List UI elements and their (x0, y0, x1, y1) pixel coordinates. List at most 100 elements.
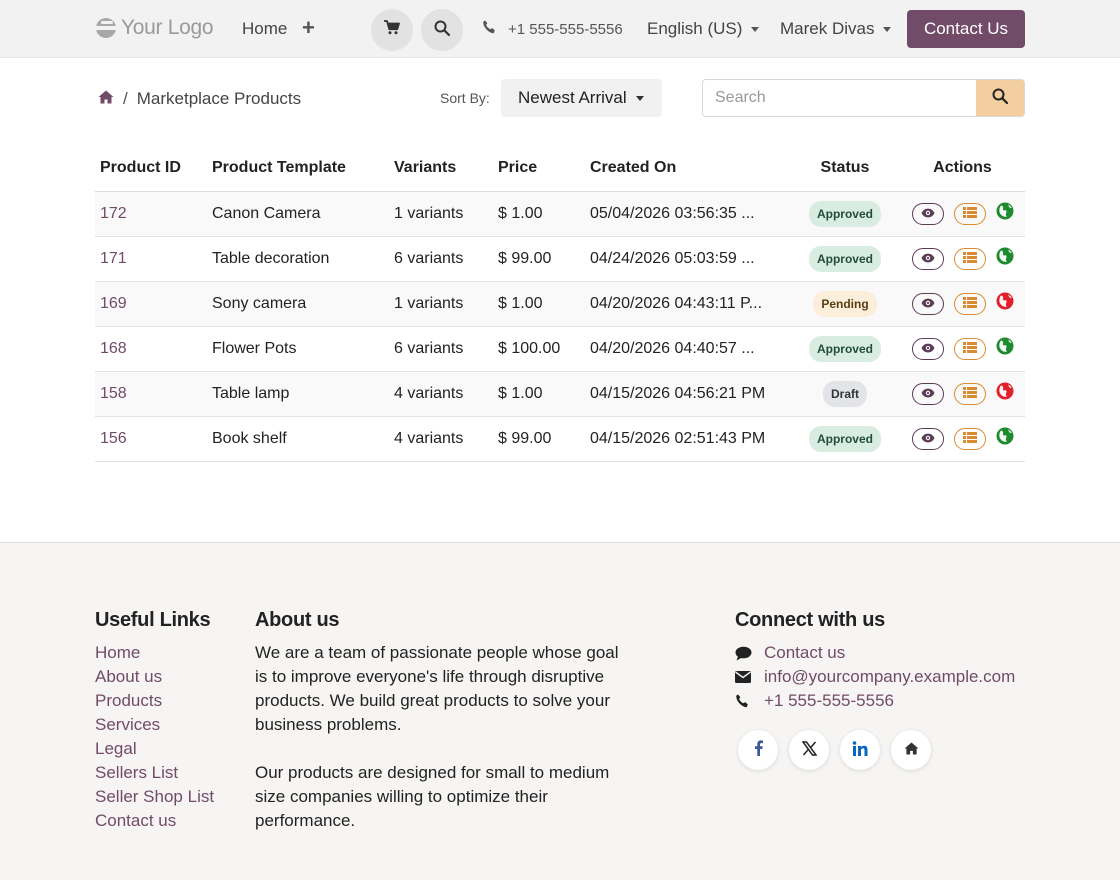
table-row[interactable]: 158 Table lamp 4 variants $ 1.00 04/15/2026 … (95, 371, 1025, 417)
footer-link-about-us[interactable]: About us (95, 665, 214, 689)
list-icon (962, 250, 977, 268)
product-template-cell: Book shelf (207, 416, 389, 462)
globe-unpublished-icon (996, 382, 1014, 405)
view-button[interactable] (911, 202, 944, 225)
created-on-cell: 05/04/2026 03:56:35 ... (585, 191, 790, 237)
sort-by-dropdown[interactable]: Newest Arrival (501, 79, 662, 117)
cart-button[interactable] (371, 9, 413, 51)
social-links (738, 730, 931, 770)
variants-list-button[interactable] (953, 202, 986, 225)
header-search-button[interactable] (421, 9, 463, 51)
nav-home-link[interactable]: Home (242, 19, 287, 39)
footer-link-seller-shop-list[interactable]: Seller Shop List (95, 785, 214, 809)
variants-cell: 1 variants (389, 281, 493, 327)
actions-cell (900, 281, 1025, 327)
status-cell: Approved (790, 191, 900, 237)
created-on-cell: 04/20/2026 04:40:57 ... (585, 326, 790, 372)
view-button[interactable] (911, 427, 944, 450)
sort-by-label: Sort By: (440, 90, 490, 106)
footer-link-home[interactable]: Home (95, 641, 214, 665)
product-id-link[interactable]: 172 (95, 191, 207, 237)
created-on-cell: 04/20/2026 04:43:11 P... (585, 281, 790, 327)
footer-link-services[interactable]: Services (95, 713, 214, 737)
publish-toggle-button[interactable] (996, 337, 1014, 358)
x-twitter-button[interactable] (789, 730, 829, 770)
phone-icon (735, 694, 764, 708)
table-row[interactable]: 171 Table decoration 6 variants $ 99.00 04/2… (95, 236, 1025, 282)
table-row[interactable]: 156 Book shelf 4 variants $ 99.00 04/15/2026… (95, 416, 1025, 462)
price-cell: $ 99.00 (493, 236, 585, 282)
x-twitter-icon (801, 740, 817, 760)
product-id-link[interactable]: 158 (95, 371, 207, 417)
column-header-created-on[interactable]: Created On (585, 146, 790, 192)
view-button[interactable] (911, 247, 944, 270)
status-badge: Approved (808, 200, 881, 227)
publish-toggle-button[interactable] (996, 382, 1014, 405)
footer-link-contact-us[interactable]: Contact us (95, 809, 214, 833)
connect-phone-link[interactable]: +1 555-555-5556 (735, 689, 1015, 713)
column-header-product-template[interactable]: Product Template (207, 146, 389, 192)
sort-by-value: Newest Arrival (518, 88, 627, 107)
user-menu-dropdown[interactable]: Marek Divas (780, 19, 892, 39)
actions-cell (900, 371, 1025, 417)
product-id-link[interactable]: 156 (95, 416, 207, 462)
variants-list-button[interactable] (953, 427, 986, 450)
column-header-status[interactable]: Status (790, 146, 900, 192)
linkedin-button[interactable] (840, 730, 880, 770)
top-navbar: Your Logo Home + +1 555-555-5556 English… (0, 0, 1120, 58)
table-row[interactable]: 169 Sony camera 1 variants $ 1.00 04/20/2026… (95, 281, 1025, 327)
connect-title: Connect with us (735, 609, 885, 631)
publish-toggle-button[interactable] (996, 247, 1014, 268)
actions-cell (900, 236, 1025, 282)
footer-link-products[interactable]: Products (95, 689, 214, 713)
footer-link-sellers-list[interactable]: Sellers List (95, 761, 214, 785)
table-row[interactable]: 172 Canon Camera 1 variants $ 1.00 05/04/202… (95, 191, 1025, 237)
variants-list-button[interactable] (953, 247, 986, 270)
view-button[interactable] (911, 292, 944, 315)
connect-email-link[interactable]: info@yourcompany.example.com (735, 665, 1015, 689)
variants-list-button[interactable] (953, 382, 986, 405)
variants-list-button[interactable] (953, 337, 986, 360)
view-button[interactable] (911, 337, 944, 360)
products-table: Product ID Product Template Variants Pri… (95, 146, 1025, 462)
search-input[interactable] (703, 80, 976, 116)
table-row[interactable]: 168 Flower Pots 6 variants $ 100.00 04/20/20… (95, 326, 1025, 372)
breadcrumb-current: Marketplace Products (136, 89, 302, 108)
actions-cell (900, 191, 1025, 237)
list-icon (962, 430, 977, 448)
publish-toggle-button[interactable] (996, 292, 1014, 313)
product-id-link[interactable]: 171 (95, 236, 207, 282)
facebook-button[interactable] (738, 730, 778, 770)
eye-icon (921, 295, 935, 313)
column-header-actions: Actions (900, 146, 1025, 192)
comment-icon (735, 646, 764, 661)
connect-email-text: info@yourcompany.example.com (764, 667, 1016, 686)
language-dropdown[interactable]: English (US) (647, 19, 760, 39)
column-header-variants[interactable]: Variants (389, 146, 493, 192)
connect-contact-link[interactable]: Contact us (735, 641, 1015, 665)
home-button[interactable] (891, 730, 931, 770)
home-icon[interactable] (98, 89, 114, 109)
status-badge: Pending (813, 290, 877, 317)
chevron-down-icon (883, 26, 892, 32)
publish-toggle-button[interactable] (996, 427, 1014, 448)
column-header-price[interactable]: Price (493, 146, 585, 192)
footer-link-legal[interactable]: Legal (95, 737, 214, 761)
status-cell: Approved (790, 416, 900, 462)
variants-list-button[interactable] (953, 292, 986, 315)
view-button[interactable] (911, 382, 944, 405)
search-submit-button[interactable] (976, 80, 1024, 116)
publish-toggle-button[interactable] (996, 202, 1014, 223)
nav-add-menu[interactable]: + (302, 15, 315, 41)
logo[interactable]: Your Logo (95, 16, 214, 40)
envelope-icon (735, 671, 764, 683)
column-header-product-id[interactable]: Product ID (95, 146, 207, 192)
product-id-link[interactable]: 169 (95, 281, 207, 327)
header-phone[interactable]: +1 555-555-5556 (482, 20, 623, 38)
contact-us-button[interactable]: Contact Us (907, 10, 1025, 48)
eye-icon (921, 205, 935, 223)
price-cell: $ 1.00 (493, 191, 585, 237)
product-id-link[interactable]: 168 (95, 326, 207, 372)
about-us-paragraph: Our products are designed for small to m… (255, 763, 610, 830)
product-template-cell: Canon Camera (207, 191, 389, 237)
